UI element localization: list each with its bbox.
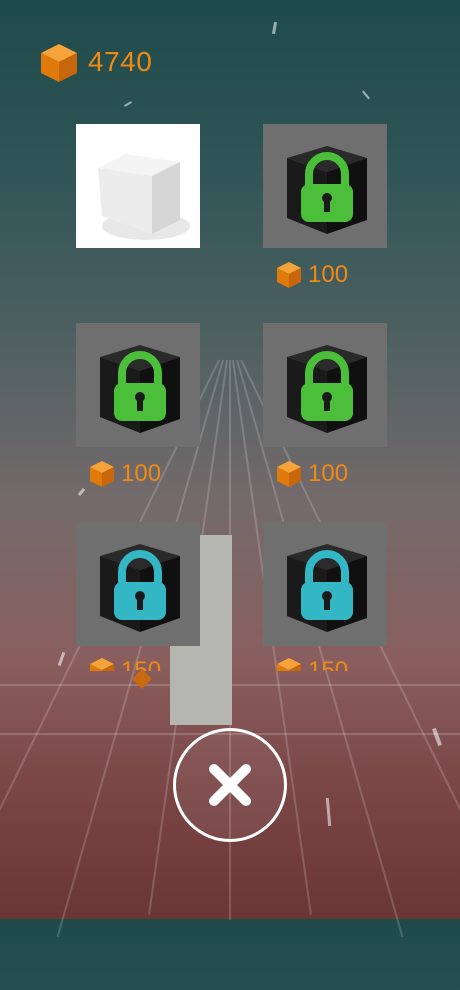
- orange-cube-icon: [276, 460, 302, 488]
- item-white-cube[interactable]: [76, 124, 200, 248]
- orange-cube-icon: [89, 657, 115, 671]
- price-label: 150: [276, 657, 348, 671]
- green-padlock-icon: [287, 146, 367, 234]
- currency-count: 4740: [88, 46, 153, 77]
- close-x-icon: [209, 764, 251, 806]
- price-label: 100: [276, 460, 348, 488]
- white-cube-icon: [98, 154, 190, 240]
- price-label: 100: [89, 460, 161, 488]
- orange-cube-icon: [276, 261, 302, 289]
- item-green-lock-1[interactable]: [263, 124, 387, 248]
- close-button[interactable]: [173, 728, 287, 842]
- teal-padlock-icon: [287, 544, 367, 632]
- item-green-lock-2[interactable]: [76, 323, 200, 447]
- green-padlock-icon: [100, 345, 180, 433]
- green-padlock-icon: [287, 345, 367, 433]
- orange-cube-icon: [276, 657, 302, 671]
- orange-cube-icon: [40, 43, 78, 83]
- item-green-lock-3[interactable]: [263, 323, 387, 447]
- item-teal-lock-2[interactable]: [263, 522, 387, 646]
- item-teal-lock-1[interactable]: [76, 522, 200, 646]
- price-label: 100: [276, 261, 348, 289]
- price-label: 150: [89, 657, 161, 671]
- orange-cube-icon: [89, 460, 115, 488]
- teal-padlock-icon: [100, 544, 180, 632]
